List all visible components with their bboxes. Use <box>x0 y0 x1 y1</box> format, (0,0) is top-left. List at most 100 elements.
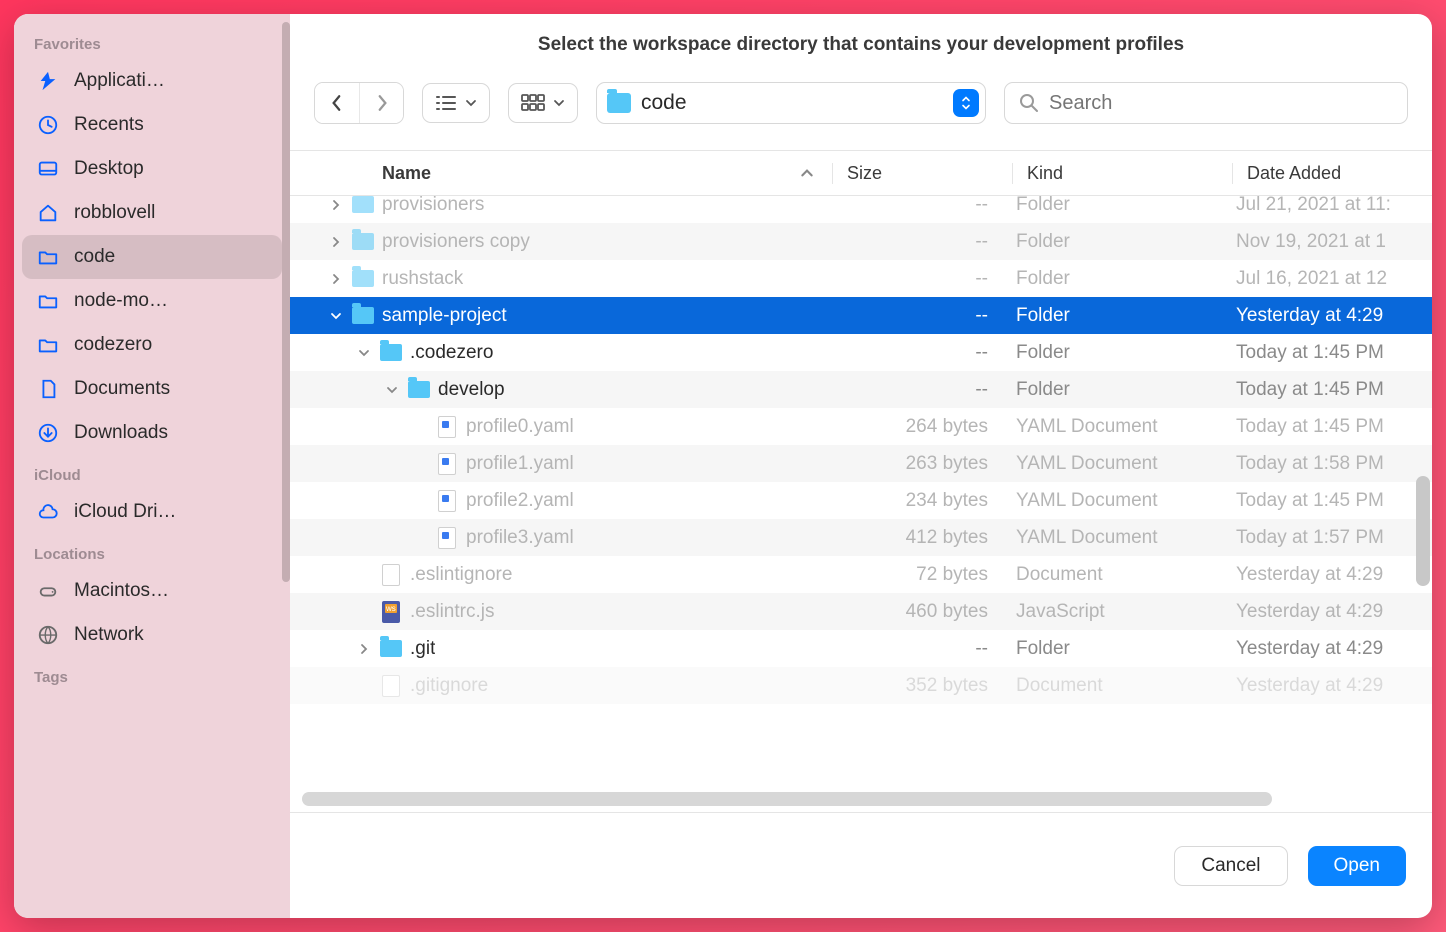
search-field[interactable] <box>1004 82 1408 124</box>
file-kind: Folder <box>1012 379 1232 401</box>
path-label: code <box>641 91 943 115</box>
dialog-title: Select the workspace directory that cont… <box>290 14 1432 82</box>
file-row[interactable]: .gitignore 352 bytes Document Yesterday … <box>290 667 1432 704</box>
sidebar-item-recents[interactable]: Recents <box>22 103 282 147</box>
file-list[interactable]: provisioners -- Folder Jul 21, 2021 at 1… <box>290 196 1432 812</box>
file-row[interactable]: .eslintignore 72 bytes Document Yesterda… <box>290 556 1432 593</box>
disclosure-icon[interactable] <box>328 199 344 211</box>
column-date[interactable]: Date Added <box>1232 163 1432 184</box>
file-size: 263 bytes <box>832 453 1012 475</box>
file-row[interactable]: .codezero -- Folder Today at 1:45 PM <box>290 334 1432 371</box>
file-name: .gitignore <box>410 675 488 697</box>
file-size: 264 bytes <box>832 416 1012 438</box>
file-kind: Document <box>1012 675 1232 697</box>
forward-button[interactable] <box>359 83 403 123</box>
open-dialog: FavoritesApplicati…RecentsDesktoprobblov… <box>14 14 1432 918</box>
file-row[interactable]: provisioners copy -- Folder Nov 19, 2021… <box>290 223 1432 260</box>
group-view-button[interactable] <box>508 83 578 123</box>
file-size: 234 bytes <box>832 490 1012 512</box>
file-size: -- <box>832 379 1012 401</box>
folder-icon <box>352 270 374 287</box>
sidebar-item-downloads[interactable]: Downloads <box>22 411 282 455</box>
file-row[interactable]: .git -- Folder Yesterday at 4:29 <box>290 630 1432 667</box>
file-kind: YAML Document <box>1012 416 1232 438</box>
sidebar-item-documents[interactable]: Documents <box>22 367 282 411</box>
disclosure-icon[interactable] <box>328 236 344 248</box>
nav-group <box>314 82 404 124</box>
disclosure-icon[interactable] <box>384 385 400 395</box>
column-kind[interactable]: Kind <box>1012 163 1232 184</box>
sidebar-item-label: Documents <box>74 378 170 400</box>
sidebar-item-label: node-mo… <box>74 290 168 312</box>
column-size[interactable]: Size <box>832 163 1012 184</box>
folder-icon <box>36 333 60 357</box>
sidebar-item-node-mo-[interactable]: node-mo… <box>22 279 282 323</box>
file-size: -- <box>832 268 1012 290</box>
sidebar-item-applicati-[interactable]: Applicati… <box>22 59 282 103</box>
path-popup[interactable]: code <box>596 82 986 124</box>
list-view-button[interactable] <box>422 83 490 123</box>
disclosure-icon[interactable] <box>356 348 372 358</box>
sidebar-item-network[interactable]: Network <box>22 613 282 657</box>
file-kind: JavaScript <box>1012 601 1232 623</box>
sidebar-item-icloud-dri-[interactable]: iCloud Dri… <box>22 490 282 534</box>
file-name: .eslintrc.js <box>410 601 494 623</box>
sort-ascending-icon <box>800 163 814 184</box>
chevron-left-icon <box>330 94 344 112</box>
file-row[interactable]: profile3.yaml 412 bytes YAML Document To… <box>290 519 1432 556</box>
main-panel: Select the workspace directory that cont… <box>290 14 1432 918</box>
sidebar-item-macintos-[interactable]: Macintos… <box>22 569 282 613</box>
file-row[interactable]: profile0.yaml 264 bytes YAML Document To… <box>290 408 1432 445</box>
disclosure-icon[interactable] <box>328 311 344 321</box>
file-kind: YAML Document <box>1012 453 1232 475</box>
disclosure-icon[interactable] <box>356 643 372 655</box>
disclosure-icon[interactable] <box>328 273 344 285</box>
file-row[interactable]: profile2.yaml 234 bytes YAML Document To… <box>290 482 1432 519</box>
file-size: -- <box>832 638 1012 660</box>
sidebar-item-code[interactable]: code <box>22 235 282 279</box>
file-name: provisioners copy <box>382 231 530 253</box>
globe-icon <box>36 623 60 647</box>
file-size: 460 bytes <box>832 601 1012 623</box>
updown-icon <box>953 89 979 117</box>
disk-icon <box>36 579 60 603</box>
back-button[interactable] <box>315 83 359 123</box>
file-date: Today at 1:45 PM <box>1232 490 1432 512</box>
file-date: Jul 21, 2021 at 11: <box>1232 196 1432 216</box>
sidebar-item-label: Network <box>74 624 144 646</box>
open-button[interactable]: Open <box>1308 846 1406 886</box>
search-input[interactable] <box>1049 92 1393 115</box>
file-kind: Folder <box>1012 196 1232 216</box>
vertical-scrollbar[interactable] <box>1416 476 1430 586</box>
cancel-button[interactable]: Cancel <box>1174 846 1287 886</box>
file-kind: Folder <box>1012 305 1232 327</box>
file-kind: Folder <box>1012 342 1232 364</box>
folder-icon <box>352 307 374 324</box>
yaml-file-icon <box>438 490 456 512</box>
footer: Cancel Open <box>290 812 1432 918</box>
file-row[interactable]: rushstack -- Folder Jul 16, 2021 at 12 <box>290 260 1432 297</box>
home-icon <box>36 201 60 225</box>
folder-icon <box>352 233 374 250</box>
file-row[interactable]: profile1.yaml 263 bytes YAML Document To… <box>290 445 1432 482</box>
sidebar-item-desktop[interactable]: Desktop <box>22 147 282 191</box>
file-row[interactable]: provisioners -- Folder Jul 21, 2021 at 1… <box>290 196 1432 223</box>
file-row[interactable]: sample-project -- Folder Yesterday at 4:… <box>290 297 1432 334</box>
download-icon <box>36 421 60 445</box>
file-date: Today at 1:45 PM <box>1232 416 1432 438</box>
sidebar-scrollbar[interactable] <box>282 22 290 582</box>
file-row[interactable]: develop -- Folder Today at 1:45 PM <box>290 371 1432 408</box>
file-size: 412 bytes <box>832 527 1012 549</box>
sidebar-item-label: Macintos… <box>74 580 169 602</box>
sidebar-item-robblovell[interactable]: robblovell <box>22 191 282 235</box>
recents-icon <box>36 113 60 137</box>
sidebar-item-codezero[interactable]: codezero <box>22 323 282 367</box>
search-icon <box>1019 93 1039 113</box>
file-date: Nov 19, 2021 at 1 <box>1232 231 1432 253</box>
file-size: -- <box>832 196 1012 216</box>
file-name: .codezero <box>410 342 493 364</box>
horizontal-scrollbar[interactable] <box>302 792 1272 806</box>
file-name: .eslintignore <box>410 564 512 586</box>
column-name[interactable]: Name <box>290 163 832 184</box>
file-row[interactable]: .eslintrc.js 460 bytes JavaScript Yester… <box>290 593 1432 630</box>
